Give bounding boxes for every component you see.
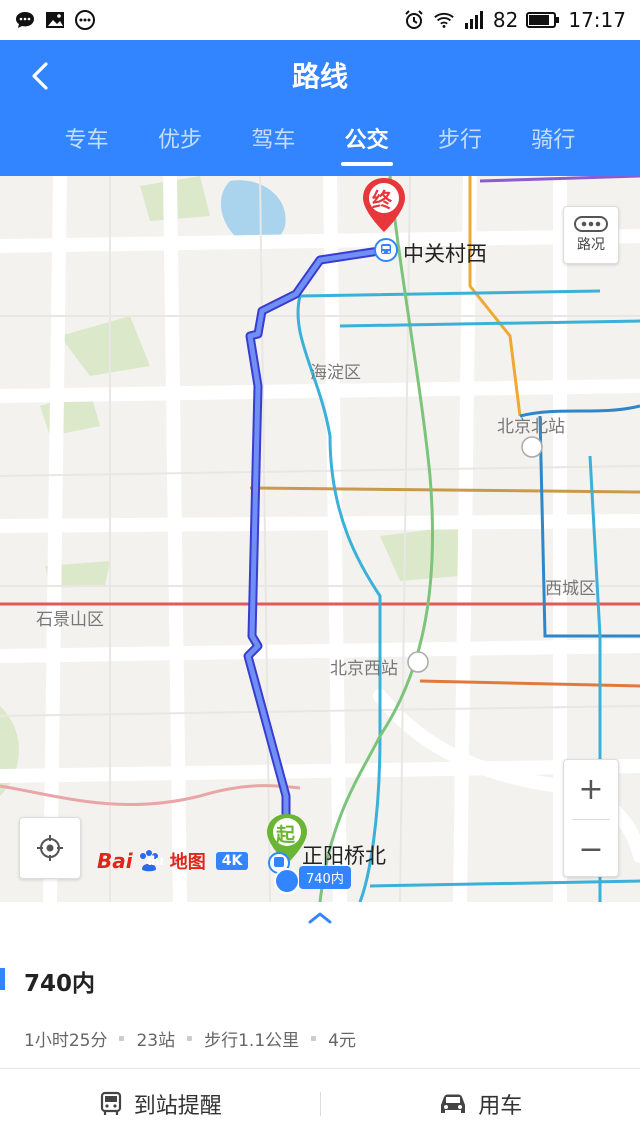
map-base	[0, 176, 640, 902]
zoom-in-button[interactable]: +	[564, 760, 618, 819]
logo-ditu: 地图	[169, 852, 206, 873]
route-name: 740内	[24, 971, 96, 997]
signal-icon	[463, 9, 485, 31]
zoom-controls: + −	[563, 759, 619, 877]
district-label-xicheng: 西城区	[545, 579, 596, 599]
chat-icon	[14, 9, 36, 31]
bus-stop-icon	[374, 238, 398, 262]
status-bar: 82 17:17	[0, 0, 640, 40]
route-walk-distance: 步行1.1公里	[204, 1031, 300, 1051]
locate-button[interactable]	[19, 817, 81, 879]
traffic-button[interactable]: 路况	[563, 206, 619, 264]
logo-bai: Bai	[97, 849, 133, 873]
ride-hail-label: 用车	[478, 1093, 523, 1119]
locate-icon	[37, 835, 63, 861]
traffic-icon	[574, 216, 608, 232]
status-right: 82 17:17	[403, 8, 626, 32]
info-separator	[311, 1036, 317, 1041]
clock: 17:17	[568, 8, 626, 32]
wifi-icon	[433, 9, 455, 31]
alarm-icon	[403, 9, 425, 31]
tab-zhuanche[interactable]: 专车	[65, 122, 109, 166]
car-icon	[441, 1094, 466, 1113]
action-bar: 到站提醒 用车	[0, 1069, 640, 1138]
tab-qixing[interactable]: 骑行	[531, 122, 575, 166]
logo-du: du	[146, 854, 164, 868]
destination-name: 中关村西	[403, 242, 487, 266]
route-badge: 740内	[299, 866, 351, 889]
origin-marker-label: 起	[276, 824, 296, 846]
more-icon	[74, 9, 96, 31]
image-icon	[44, 9, 66, 31]
station-label-beijing-west: 北京西站	[330, 659, 398, 679]
bus-icon	[100, 1091, 121, 1115]
tab-youbu[interactable]: 优步	[158, 122, 202, 166]
route-fare: 4元	[328, 1031, 356, 1051]
baidu-map-logo: Bai du 地图 4K	[97, 848, 249, 874]
route-duration: 1小时25分	[24, 1031, 108, 1051]
logo-4k: 4K	[215, 852, 249, 870]
traffic-label: 路况	[577, 237, 605, 253]
header: 路线 专车 优步 驾车 公交 步行 骑行	[0, 40, 640, 176]
route-stops: 23站	[136, 1031, 176, 1051]
battery-level: 82	[492, 8, 519, 32]
map-view[interactable]: 终 中关村西 海淀区 西城区 石景山区 北京北站 北京西站 路况 + − Bai	[0, 176, 640, 902]
arrival-reminder-button[interactable]: 到站提醒	[0, 1088, 320, 1120]
tab-gongjiao[interactable]: 公交	[340, 122, 393, 166]
page-title: 路线	[291, 60, 348, 93]
tab-buxing[interactable]: 步行	[438, 122, 482, 166]
transport-tabs: 专车 优步 驾车 公交 步行 骑行	[0, 122, 640, 166]
district-label-shijingshan: 石景山区	[36, 610, 104, 630]
destination-marker-label: 终	[372, 188, 392, 212]
info-separator	[187, 1036, 193, 1041]
battery-icon	[526, 9, 560, 31]
current-location-icon	[274, 868, 300, 894]
chevron-up-icon[interactable]	[306, 910, 334, 926]
ride-hail-button[interactable]: 用车	[321, 1088, 640, 1120]
status-left-icons	[14, 9, 96, 31]
district-label-haidian: 海淀区	[310, 363, 361, 383]
station-label-beijing-north: 北京北站	[497, 417, 565, 437]
route-panel: 740内 1小时25分 23站 步行1.1公里 4元 到站提醒 用车	[0, 902, 640, 1138]
route-info: 1小时25分 23站 步行1.1公里 4元	[24, 1026, 356, 1051]
tab-jiache[interactable]: 驾车	[251, 122, 295, 166]
arrival-reminder-label: 到站提醒	[133, 1093, 222, 1119]
zoom-out-button[interactable]: −	[564, 820, 618, 879]
info-separator	[119, 1036, 125, 1041]
route-name-accent	[0, 968, 5, 990]
